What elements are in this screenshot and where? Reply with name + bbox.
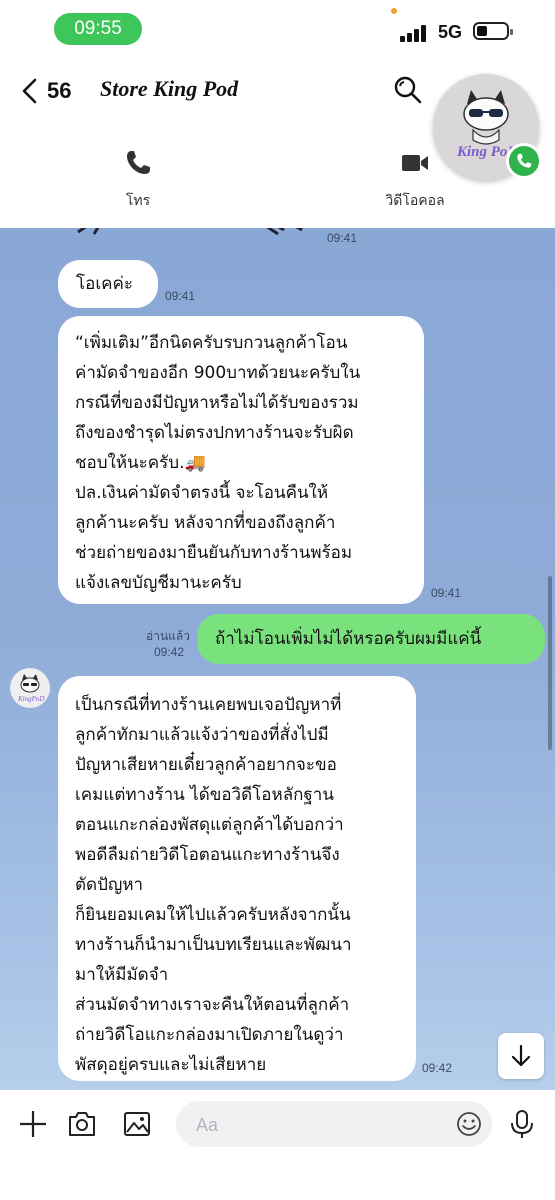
- chevron-left-icon: [22, 78, 37, 104]
- battery-icon: [473, 22, 513, 40]
- chat-area[interactable]: 09:41 โอเคค่ะ 09:41 “เพิ่มเติม”อีกนิดครั…: [0, 228, 555, 1090]
- scrollbar[interactable]: [548, 576, 552, 750]
- back-button[interactable]: 56: [20, 76, 71, 106]
- call-button[interactable]: โทร: [78, 148, 198, 212]
- message-bubble-outgoing[interactable]: ถ้าไม่โอนเพิ่มไม่ได้หรอครับผมมีแค่นี้: [197, 614, 545, 664]
- message-time: 09:42: [154, 645, 185, 659]
- message-bubble-incoming[interactable]: โอเคค่ะ: [58, 260, 158, 308]
- message-time: 09:42: [422, 1061, 453, 1075]
- image-icon[interactable]: [121, 1108, 153, 1140]
- call-label: โทร: [125, 193, 151, 209]
- cat-logo-icon: KingPoD: [17, 674, 44, 703]
- message-input[interactable]: [194, 1101, 448, 1149]
- phone-icon: [517, 153, 532, 168]
- status-time: 09:55: [54, 13, 142, 45]
- sticker-fragment: [77, 228, 303, 236]
- message-time: 09:41: [165, 289, 196, 303]
- emoji-icon[interactable]: [456, 1111, 482, 1137]
- network-type: 5G: [438, 22, 463, 42]
- chat-title: Store King Pod: [100, 76, 239, 101]
- camera-icon[interactable]: [66, 1108, 98, 1140]
- message-input-bar: [0, 1090, 555, 1200]
- plus-icon[interactable]: [17, 1108, 49, 1140]
- message-bubble-incoming[interactable]: “เพิ่มเติม”อีกนิดครับรบกวนลูกค้าโอน ค่าม…: [58, 316, 424, 604]
- svg-text:KingPoD: KingPoD: [17, 695, 44, 703]
- message-bubble-incoming[interactable]: เป็นกรณีที่ทางร้านเคยพบเจอปัญหาที่ ลูกค้…: [58, 676, 416, 1081]
- message-field[interactable]: [176, 1101, 492, 1149]
- status-bar: 09:55 5G: [0, 0, 555, 58]
- search-icon[interactable]: [392, 74, 424, 106]
- arrow-down-icon: [511, 1044, 531, 1067]
- read-receipt: อ่านแล้ว: [146, 629, 190, 643]
- phone-icon: [127, 151, 150, 174]
- microphone-icon[interactable]: [506, 1108, 538, 1140]
- floating-call-button[interactable]: [506, 143, 542, 179]
- message-time: 09:41: [431, 586, 462, 600]
- avatar[interactable]: KingPoD: [10, 668, 50, 708]
- signal-icon: [400, 24, 430, 42]
- unread-count: 56: [47, 78, 72, 103]
- video-call-label: วิดีโอคอล: [385, 193, 445, 209]
- scroll-to-bottom-button[interactable]: [498, 1033, 544, 1079]
- video-camera-icon: [402, 155, 428, 171]
- privacy-indicator-dot: [391, 8, 397, 14]
- message-time: 09:41: [327, 231, 358, 245]
